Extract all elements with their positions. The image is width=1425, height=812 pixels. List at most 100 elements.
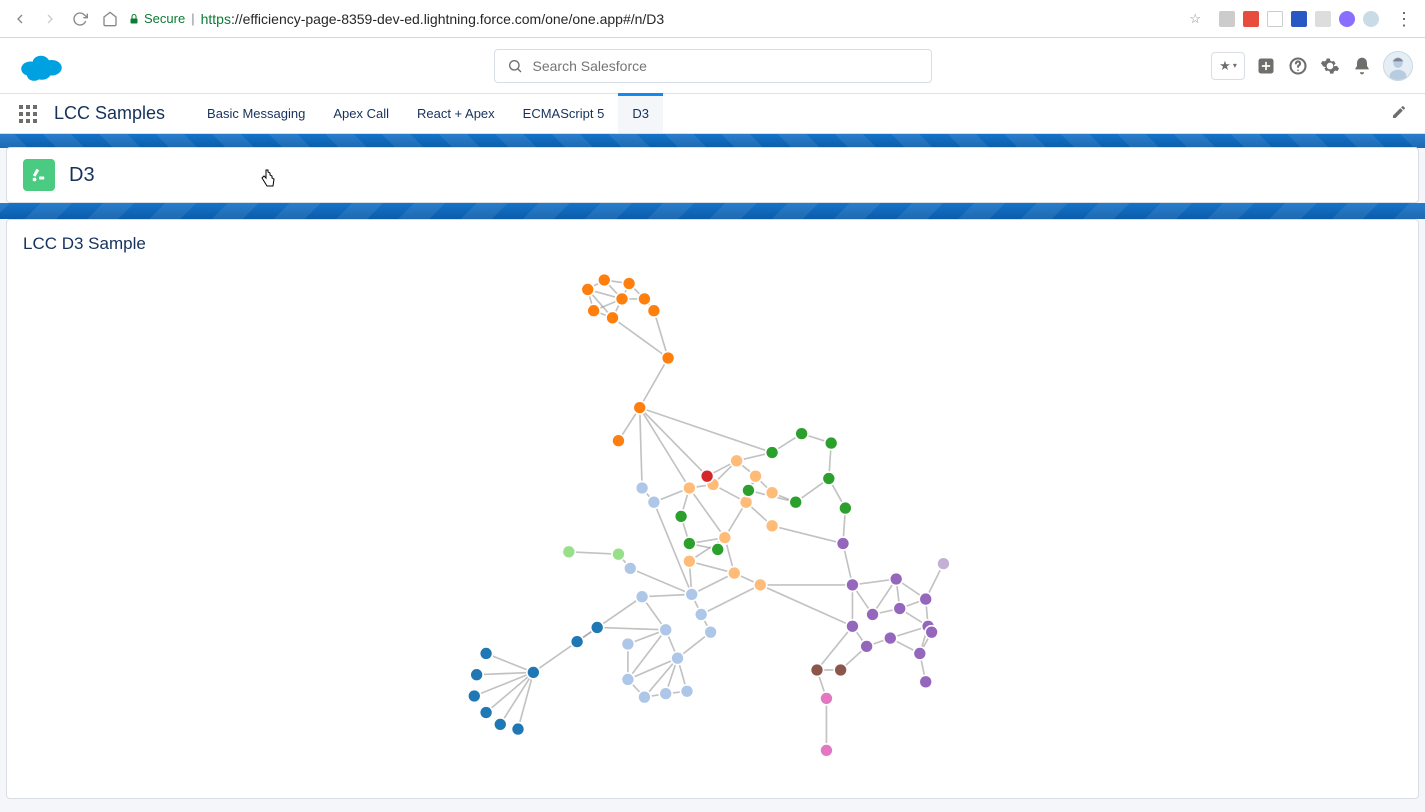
graph-node[interactable] (789, 496, 802, 509)
graph-node[interactable] (837, 537, 850, 550)
graph-node[interactable] (740, 496, 753, 509)
graph-node[interactable] (494, 718, 507, 731)
graph-node[interactable] (754, 578, 767, 591)
graph-node[interactable] (685, 588, 698, 601)
nav-tab-react-apex[interactable]: React + Apex (403, 94, 509, 133)
forward-button[interactable] (38, 7, 62, 31)
graph-node[interactable] (624, 562, 637, 575)
graph-node[interactable] (766, 519, 779, 532)
graph-node[interactable] (591, 621, 604, 634)
graph-node[interactable] (659, 687, 672, 700)
graph-node[interactable] (701, 470, 714, 483)
graph-node[interactable] (621, 638, 634, 651)
graph-node[interactable] (606, 311, 619, 324)
notifications-bell-icon[interactable] (1351, 55, 1373, 77)
graph-node[interactable] (728, 567, 741, 580)
graph-node[interactable] (884, 632, 897, 645)
graph-node[interactable] (616, 292, 629, 305)
global-search[interactable] (494, 49, 932, 83)
salesforce-logo-icon[interactable] (16, 48, 68, 84)
graph-node[interactable] (846, 578, 859, 591)
graph-node[interactable] (480, 706, 493, 719)
home-button[interactable] (98, 7, 122, 31)
reload-button[interactable] (68, 7, 92, 31)
address-bar[interactable]: Secure | https://efficiency-page-8359-de… (128, 11, 1207, 27)
graph-node[interactable] (587, 304, 600, 317)
graph-node[interactable] (683, 482, 696, 495)
graph-node[interactable] (820, 692, 833, 705)
graph-node[interactable] (795, 427, 808, 440)
graph-node[interactable] (647, 496, 660, 509)
graph-node[interactable] (562, 545, 575, 558)
graph-node[interactable] (659, 623, 672, 636)
graph-node[interactable] (581, 283, 594, 296)
graph-node[interactable] (480, 647, 493, 660)
d3-force-graph[interactable] (23, 254, 1402, 754)
graph-node[interactable] (846, 620, 859, 633)
ext-icon[interactable] (1267, 11, 1283, 27)
graph-node[interactable] (636, 482, 649, 495)
graph-node[interactable] (671, 652, 684, 665)
graph-node[interactable] (704, 626, 717, 639)
ext-icon[interactable] (1315, 11, 1331, 27)
user-avatar[interactable] (1383, 51, 1413, 81)
nav-tab-basic-messaging[interactable]: Basic Messaging (193, 94, 319, 133)
star-icon[interactable]: ☆ (1183, 11, 1207, 27)
nav-tab-d3[interactable]: D3 (618, 94, 663, 133)
ext-icon[interactable] (1291, 11, 1307, 27)
graph-node[interactable] (695, 608, 708, 621)
ext-icon[interactable] (1363, 11, 1379, 27)
graph-node[interactable] (623, 277, 636, 290)
graph-node[interactable] (718, 531, 731, 544)
graph-node[interactable] (913, 647, 926, 660)
graph-node[interactable] (638, 292, 651, 305)
graph-node[interactable] (598, 274, 611, 287)
ext-icon[interactable] (1219, 11, 1235, 27)
graph-node[interactable] (893, 602, 906, 615)
graph-node[interactable] (925, 626, 938, 639)
ext-icon[interactable] (1339, 11, 1355, 27)
graph-node[interactable] (937, 557, 950, 570)
graph-node[interactable] (711, 543, 724, 556)
graph-node[interactable] (919, 593, 932, 606)
graph-node[interactable] (683, 537, 696, 550)
nav-tab-ecmascript-5[interactable]: ECMAScript 5 (509, 94, 619, 133)
graph-node[interactable] (675, 510, 688, 523)
graph-node[interactable] (890, 573, 903, 586)
browser-menu-icon[interactable]: ⋮ (1391, 10, 1417, 28)
graph-node[interactable] (766, 486, 779, 499)
app-launcher-icon[interactable] (16, 102, 40, 126)
graph-node[interactable] (612, 434, 625, 447)
graph-node[interactable] (621, 673, 634, 686)
graph-node[interactable] (612, 548, 625, 561)
favorites-button[interactable]: ★▾ (1211, 52, 1245, 80)
graph-node[interactable] (820, 744, 833, 757)
graph-node[interactable] (822, 472, 835, 485)
graph-node[interactable] (766, 446, 779, 459)
graph-node[interactable] (468, 690, 481, 703)
graph-node[interactable] (470, 668, 483, 681)
graph-node[interactable] (633, 401, 646, 414)
nav-tab-apex-call[interactable]: Apex Call (319, 94, 403, 133)
graph-node[interactable] (636, 590, 649, 603)
graph-node[interactable] (834, 664, 847, 677)
search-input[interactable] (533, 58, 919, 74)
graph-node[interactable] (866, 608, 879, 621)
graph-node[interactable] (839, 502, 852, 515)
graph-node[interactable] (571, 635, 584, 648)
back-button[interactable] (8, 7, 32, 31)
graph-node[interactable] (662, 352, 675, 365)
setup-gear-icon[interactable] (1319, 55, 1341, 77)
graph-node[interactable] (919, 675, 932, 688)
graph-node[interactable] (512, 723, 525, 736)
graph-node[interactable] (730, 454, 743, 467)
ext-icon[interactable] (1243, 11, 1259, 27)
graph-node[interactable] (647, 304, 660, 317)
graph-node[interactable] (683, 555, 696, 568)
help-icon[interactable] (1287, 55, 1309, 77)
add-icon[interactable] (1255, 55, 1277, 77)
graph-node[interactable] (527, 666, 540, 679)
graph-node[interactable] (811, 664, 824, 677)
graph-node[interactable] (638, 691, 651, 704)
graph-node[interactable] (742, 484, 755, 497)
